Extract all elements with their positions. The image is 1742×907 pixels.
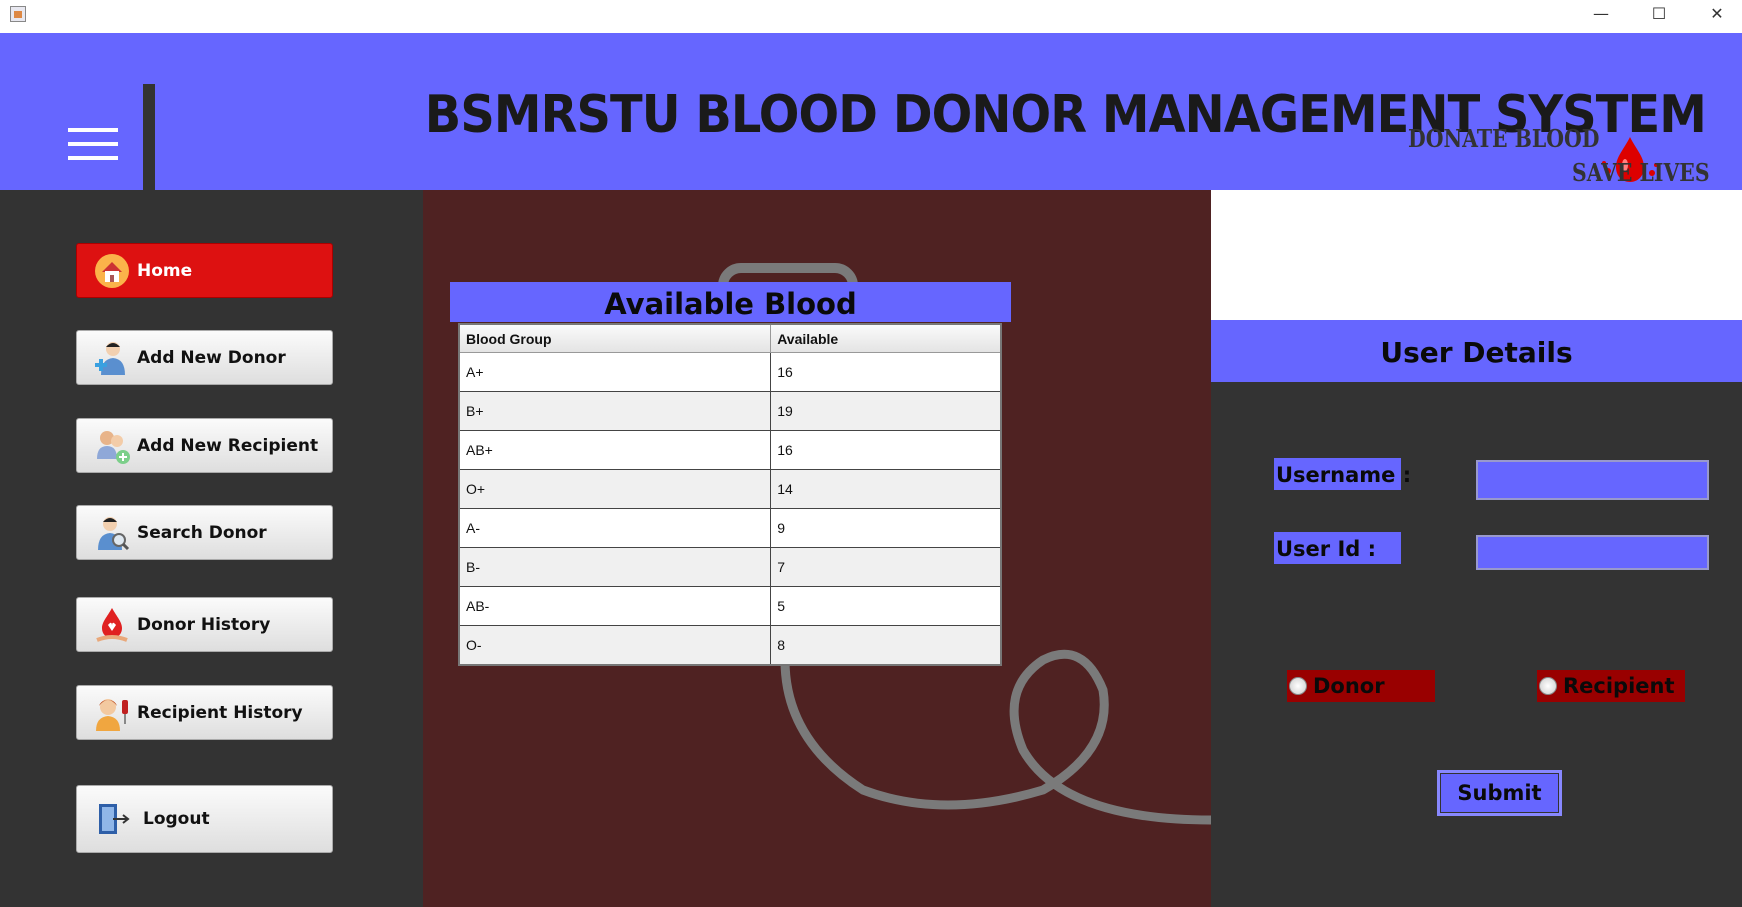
blood-group-cell[interactable]: O+ xyxy=(458,469,772,509)
table-header-row: Blood Group Available xyxy=(458,323,1002,353)
tagline-save-lives: SAVE LIVES xyxy=(1572,158,1710,187)
add-new-recipient-label: Add New Recipient xyxy=(137,435,319,456)
available-count-cell[interactable]: 5 xyxy=(770,586,1002,626)
available-count-cell[interactable]: 14 xyxy=(770,469,1002,509)
add-new-recipient-button[interactable]: Add New Recipient xyxy=(76,418,333,473)
donor-history-button[interactable]: Donor History xyxy=(76,597,333,652)
blood-group-cell[interactable]: O- xyxy=(458,625,772,666)
logout-label: Logout xyxy=(143,809,210,829)
recipient-history-label: Recipient History xyxy=(137,702,303,723)
add-new-donor-label: Add New Donor xyxy=(137,347,286,368)
java-app-icon xyxy=(10,6,26,22)
recipient-radio[interactable]: Recipient xyxy=(1537,670,1685,702)
search-donor-button[interactable]: Search Donor xyxy=(76,505,333,560)
recipient-radio-circle[interactable] xyxy=(1539,677,1557,695)
app-title: BSMRSTU BLOOD DONOR MANAGEMENT SYSTEM xyxy=(424,85,1707,145)
available-count-cell[interactable]: 19 xyxy=(770,391,1002,431)
tagline-donate-blood: DONATE BLOOD xyxy=(1408,124,1600,153)
table-row[interactable]: O+ 14 xyxy=(458,469,1002,509)
username-input[interactable] xyxy=(1476,460,1709,500)
table-row[interactable]: AB+ 16 xyxy=(458,430,1002,470)
table-row[interactable]: O- 8 xyxy=(458,625,1002,666)
available-count-cell[interactable]: 9 xyxy=(770,508,1002,548)
home-icon xyxy=(93,252,131,290)
submit-button[interactable]: Submit xyxy=(1437,770,1562,816)
userid-label: User Id : xyxy=(1274,532,1401,564)
available-count-cell[interactable]: 8 xyxy=(770,625,1002,666)
table-row[interactable]: B- 7 xyxy=(458,547,1002,587)
window-titlebar: — ☐ ✕ xyxy=(0,0,1742,33)
user-details-title: User Details xyxy=(1211,320,1742,382)
column-header-blood-group[interactable]: Blood Group xyxy=(458,323,772,353)
table-row[interactable]: A+ 16 xyxy=(458,352,1002,392)
add-donor-icon xyxy=(93,339,131,377)
recipient-history-icon xyxy=(93,694,131,732)
app-header: BSMRSTU BLOOD DONOR MANAGEMENT SYSTEM xyxy=(0,33,1742,207)
maximize-button[interactable]: ☐ xyxy=(1630,0,1688,30)
available-count-cell[interactable]: 16 xyxy=(770,352,1002,392)
available-count-cell[interactable]: 7 xyxy=(770,547,1002,587)
available-blood-title: Available Blood xyxy=(450,282,1011,322)
available-count-cell[interactable]: 16 xyxy=(770,430,1002,470)
header-divider xyxy=(143,84,155,207)
user-details-panel xyxy=(1211,320,1742,907)
donor-radio-circle[interactable] xyxy=(1289,677,1307,695)
search-donor-label: Search Donor xyxy=(137,522,267,543)
column-header-available[interactable]: Available xyxy=(770,323,1002,353)
add-new-donor-button[interactable]: Add New Donor xyxy=(76,330,333,385)
search-donor-icon xyxy=(93,514,131,552)
blood-group-cell[interactable]: AB- xyxy=(458,586,772,626)
minimize-button[interactable]: — xyxy=(1572,0,1630,30)
available-blood-table: Blood Group Available A+ 16 B+ 19 AB+ 16 O+… xyxy=(458,323,1002,666)
blood-group-cell[interactable]: A+ xyxy=(458,352,772,392)
donor-radio[interactable]: Donor xyxy=(1287,670,1435,702)
donor-history-label: Donor History xyxy=(137,614,271,635)
blood-group-cell[interactable]: B+ xyxy=(458,391,772,431)
donor-history-icon xyxy=(93,606,131,644)
recipient-history-button[interactable]: Recipient History xyxy=(76,685,333,740)
donor-radio-label: Donor xyxy=(1313,674,1385,698)
username-label: Username : xyxy=(1274,458,1411,490)
home-button[interactable]: Home xyxy=(76,243,333,298)
userid-input[interactable] xyxy=(1476,535,1709,570)
table-row[interactable]: A- 9 xyxy=(458,508,1002,548)
hamburger-menu-icon[interactable] xyxy=(68,128,118,164)
blood-group-cell[interactable]: AB+ xyxy=(458,430,772,470)
logout-button[interactable]: Logout xyxy=(76,785,333,853)
blood-group-cell[interactable]: B- xyxy=(458,547,772,587)
home-label: Home xyxy=(137,260,193,281)
recipient-radio-label: Recipient xyxy=(1563,674,1675,698)
logout-icon xyxy=(93,800,131,838)
close-button[interactable]: ✕ xyxy=(1688,0,1742,30)
table-row[interactable]: AB- 5 xyxy=(458,586,1002,626)
add-recipient-icon xyxy=(93,427,131,465)
blood-group-cell[interactable]: A- xyxy=(458,508,772,548)
table-row[interactable]: B+ 19 xyxy=(458,391,1002,431)
